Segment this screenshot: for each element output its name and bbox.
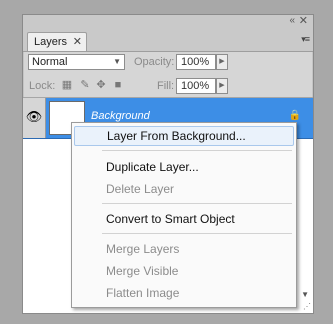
menu-item-convert-to-smart-object[interactable]: Convert to Smart Object	[74, 209, 294, 229]
fill-field[interactable]: 100%	[176, 78, 216, 94]
chevron-down-icon: ▼	[113, 57, 121, 66]
collapse-icon[interactable]: «	[289, 16, 295, 26]
menu-item-duplicate-layer[interactable]: Duplicate Layer...	[74, 157, 294, 177]
opacity-label: Opacity:	[134, 56, 175, 68]
blend-mode-value: Normal	[32, 56, 68, 68]
menu-separator	[102, 150, 292, 151]
fill-label: Fill:	[157, 80, 175, 92]
context-menu: Layer From Background... Duplicate Layer…	[71, 122, 297, 308]
menu-separator	[102, 233, 292, 234]
menu-item-delete-layer[interactable]: Delete Layer	[74, 179, 294, 199]
move-icon[interactable]: ✥	[95, 79, 107, 91]
brush-icon[interactable]: ✎	[79, 79, 91, 91]
transparency-lock-icon[interactable]: ▦	[61, 79, 73, 91]
menu-item-flatten-image[interactable]: Flatten Image	[74, 283, 294, 303]
tab-label: Layers	[34, 36, 68, 48]
tab-layers[interactable]: Layers ✕	[27, 32, 87, 51]
scroll-down-icon[interactable]: ▼	[301, 290, 309, 299]
menu-item-layer-from-background[interactable]: Layer From Background...	[74, 126, 294, 146]
blend-row: Normal ▼ Opacity: 100% ▶	[23, 52, 313, 74]
opacity-field[interactable]: 100%	[176, 54, 216, 70]
menu-separator	[102, 203, 292, 204]
fill-slider-arrow-icon[interactable]: ▶	[216, 78, 228, 94]
tab-close-icon[interactable]: ✕	[73, 33, 82, 51]
layer-lock-icon: 🔒	[288, 110, 301, 121]
close-icon[interactable]: ✕	[299, 15, 308, 27]
tab-bar: Layers ✕ ▾≡	[23, 29, 313, 52]
panel-menu-icon[interactable]: ▾≡	[301, 34, 310, 45]
menu-item-merge-layers[interactable]: Merge Layers	[74, 239, 294, 259]
layer-name: Background	[91, 110, 150, 122]
panel-title-strip: « ✕	[23, 15, 313, 30]
eye-icon[interactable]: 👁	[23, 98, 46, 138]
lock-label: Lock:	[29, 80, 56, 92]
resize-grip-icon[interactable]: ⋰	[303, 302, 311, 311]
menu-item-merge-visible[interactable]: Merge Visible	[74, 261, 294, 281]
blend-mode-select[interactable]: Normal ▼	[28, 54, 125, 70]
lock-row: Lock: ▦ ✎ ✥ ■ Fill: 100% ▶	[23, 75, 313, 98]
lock-icon[interactable]: ■	[112, 79, 124, 91]
opacity-slider-arrow-icon[interactable]: ▶	[216, 54, 228, 70]
